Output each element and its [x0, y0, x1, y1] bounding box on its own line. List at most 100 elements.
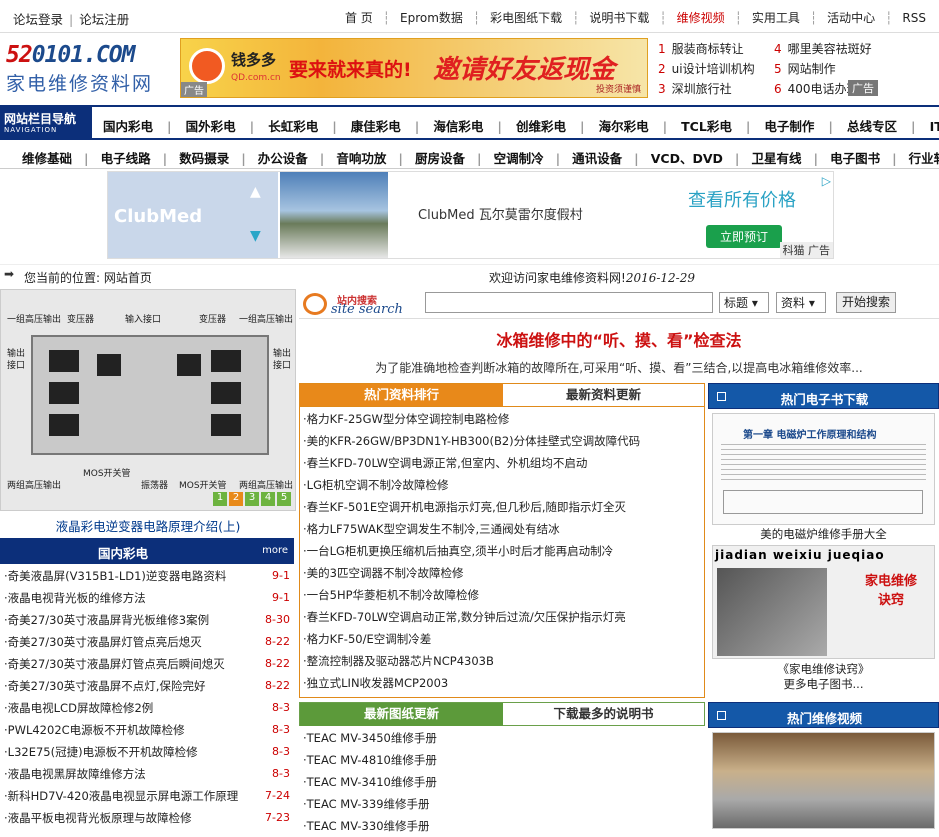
list-item[interactable]: ·TEAC MV-339维修手册	[303, 793, 703, 815]
list-item[interactable]: ·格力KF-25GW型分体空调控制电路检修	[303, 408, 703, 430]
list-item[interactable]: ·TEAC MV-330维修手册	[303, 815, 703, 837]
nav-drawings-link[interactable]: 彩电图纸下载	[485, 11, 567, 25]
nav-events-link[interactable]: 活动中心	[822, 11, 880, 25]
nav-item[interactable]: 总线专区	[840, 119, 904, 134]
nav-item[interactable]: 海尔彩电	[592, 119, 656, 134]
tab-top-manuals[interactable]: 下载最多的说明书	[503, 703, 704, 726]
ebook-cover-1[interactable]: 第一章 电磁炉工作原理和结构	[712, 413, 935, 525]
list-item[interactable]: ·TEAC MV-4810维修手册	[303, 749, 703, 771]
list-item[interactable]: ·新科HD7V-420液晶电视显示屏电源工作原理 7-24	[4, 785, 294, 807]
adchoices-icon[interactable]: ▷	[822, 174, 831, 188]
nav-home-link[interactable]: 首 页	[340, 11, 378, 25]
list-item[interactable]: ·液晶电视黑屏故障维修方法 8-3	[4, 763, 294, 785]
nav-item[interactable]: 空调制冷	[488, 151, 550, 166]
nav-item[interactable]: TCL彩电	[674, 119, 739, 134]
list-item[interactable]: ·LG柜机空调不制冷故障检修	[303, 474, 703, 496]
more-ebooks-link[interactable]: 更多电子图书...	[708, 676, 939, 692]
list-item[interactable]: ·一台5HP华菱柜机不制冷故障检修	[303, 584, 703, 606]
nav-item[interactable]: 卫星有线	[745, 151, 807, 166]
nav-item[interactable]: 办公设备	[252, 151, 314, 166]
tab-latest-drawings[interactable]: 最新图纸更新	[300, 703, 503, 726]
nav-item[interactable]: 数码摄录	[173, 151, 235, 166]
nav-item[interactable]: 电子制作	[757, 119, 821, 134]
site-logo[interactable]: 520101.COM 家电维修资料网	[6, 42, 176, 98]
ad-link[interactable]: 6 400电话办理	[774, 80, 859, 97]
list-item[interactable]: ·奇美27/30英寸液晶屏背光板维修3案例 8-30	[4, 609, 294, 631]
tab-latest-updates[interactable]: 最新资料更新	[503, 384, 704, 407]
book-now-button[interactable]: 立即预订	[706, 225, 783, 248]
nav-item[interactable]: 长虹彩电	[261, 119, 325, 134]
nav-eprom-link[interactable]: Eprom数据	[395, 11, 468, 25]
search-input[interactable]	[425, 292, 713, 313]
nav-item[interactable]: 维修基础	[16, 151, 78, 166]
nav-rss-link[interactable]: RSS	[897, 11, 931, 25]
clubmed-ad-banner[interactable]: ClubMed ▲ ▼ ClubMed 瓦尔莫雷尔度假村 查看所有价格 立即预订…	[107, 171, 834, 259]
list-item[interactable]: ·液晶电视背光板的维修方法 9-1	[4, 587, 294, 609]
nav-item[interactable]: 音响功放	[330, 151, 392, 166]
nav-manuals-link[interactable]: 说明书下载	[584, 11, 654, 25]
slide-page-2[interactable]: 2	[229, 492, 243, 506]
forum-login-link[interactable]: 论坛登录	[10, 12, 66, 27]
more-link[interactable]: more	[262, 545, 288, 556]
list-item[interactable]: ·美的KFR-26GW/BP3DN1Y-HB300(B2)分体挂壁式空调故障代码	[303, 430, 703, 452]
top-ad-banner[interactable]: 钱多多 QD.com.cn 要来就来真的! 邀请好友返现金 投资须谨慎 广告	[180, 38, 648, 98]
list-item[interactable]: ·独立式LIN收发器MCP2003	[303, 672, 703, 694]
nav-tools-link[interactable]: 实用工具	[747, 11, 805, 25]
list-item[interactable]: ·整流控制器及驱动器芯片NCP4303B	[303, 650, 703, 672]
list-item[interactable]: ·液晶电视LCD屏故障检修2例 8-3	[4, 697, 294, 719]
nav-item[interactable]: 通讯设备	[566, 151, 628, 166]
slide-page-3[interactable]: 3	[245, 492, 259, 506]
list-item[interactable]: ·春兰KF-501E空调开机电源指示灯亮,但几秒后,随即指示灯全灭	[303, 496, 703, 518]
tab-hot-ranking[interactable]: 热门资料排行	[300, 384, 503, 407]
nav-item[interactable]: 行业软件	[903, 151, 939, 166]
arrow-down-icon[interactable]: ▼	[250, 228, 261, 244]
list-item[interactable]: ·奇美27/30英寸液晶屏不点灯,保险完好 8-22	[4, 675, 294, 697]
forum-register-link[interactable]: 论坛注册	[76, 12, 132, 27]
video-thumbnail[interactable]	[712, 732, 935, 829]
list-item[interactable]: ·格力LF75WAK型空调发生不制冷,三通阀处有结冰	[303, 518, 703, 540]
ad-link[interactable]: 1 服装商标转让	[658, 40, 744, 57]
nav-item[interactable]: 国内彩电	[96, 119, 160, 134]
slide-caption[interactable]: 液晶彩电逆变器电路原理介绍(上)	[0, 516, 296, 535]
nav-item[interactable]: 创维彩电	[509, 119, 573, 134]
list-item[interactable]: ·奇美27/30英寸液晶屏灯管点亮后熄灭 8-22	[4, 631, 294, 653]
list-item[interactable]: ·PWL4202C电源板不开机故障检修 8-3	[4, 719, 294, 741]
list-item[interactable]: ·TEAC MV-3410维修手册	[303, 771, 703, 793]
ebook-caption-2[interactable]: 《家电维修诀窍》	[708, 661, 939, 677]
list-item[interactable]: ·春兰KFD-70LW空调电源正常,但室内、外机组均不启动	[303, 452, 703, 474]
list-item[interactable]: ·春兰KFD-70LW空调启动正常,数分钟后过流/欠压保护指示灯亮	[303, 606, 703, 628]
breadcrumb-home-link[interactable]: 网站首页	[104, 271, 152, 285]
slide-page-5[interactable]: 5	[277, 492, 291, 506]
list-item[interactable]: ·液晶平板电视背光板原理与故障检修 7-23	[4, 807, 294, 829]
nav-item[interactable]: 电子线路	[95, 151, 157, 166]
ad-link[interactable]: 2 ui设计培训机构	[658, 60, 755, 77]
ad-link[interactable]: 5 网站制作	[774, 60, 836, 77]
nav-item[interactable]: 国外彩电	[179, 119, 243, 134]
nav-item[interactable]: 康佳彩电	[344, 119, 408, 134]
list-item[interactable]: ·格力KF-50/E空调制冷差	[303, 628, 703, 650]
ebook-cover-2[interactable]: jiadian weixiu jueqiao 家电维修诀窍	[712, 545, 935, 659]
search-type-select[interactable]: 资料 ▾	[776, 292, 826, 313]
ebook-caption-1[interactable]: 美的电磁炉维修手册大全	[708, 526, 939, 542]
list-item[interactable]: ·美的3匹空调器不制冷故障检修	[303, 562, 703, 584]
list-item[interactable]: ·一台LG柜机更换压缩机后抽真空,须半小时后才能再启动制冷	[303, 540, 703, 562]
ad-link[interactable]: 4 哪里美容祛斑好	[774, 40, 872, 57]
search-field-select[interactable]: 标题 ▾	[719, 292, 769, 313]
nav-item[interactable]: 海信彩电	[426, 119, 490, 134]
ad-link[interactable]: 3 深圳旅行社	[658, 80, 732, 97]
list-item[interactable]: ·奇美液晶屏(V315B1-LD1)逆变器电路资料 9-1	[4, 565, 294, 587]
nav-item[interactable]: 厨房设备	[409, 151, 471, 166]
nav-item[interactable]: 电子图书	[824, 151, 886, 166]
featured-slideshow[interactable]: 一组高压输出 变压器 输入接口 变压器 一组高压输出 输出 接口 输出 接口 两…	[0, 289, 296, 511]
list-item[interactable]: ·奇美27/30英寸液晶屏灯管点亮后瞬间熄灭 8-22	[4, 653, 294, 675]
nav-item[interactable]: VCD、DVD	[645, 151, 729, 166]
headline-article[interactable]: 冰箱维修中的“听、摸、看”检查法	[299, 327, 939, 351]
slide-page-4[interactable]: 4	[261, 492, 275, 506]
search-button[interactable]: 开始搜索	[836, 292, 896, 313]
list-item[interactable]: ·TEAC MV-3450维修手册	[303, 727, 703, 749]
slide-page-1[interactable]: 1	[213, 492, 227, 506]
list-item[interactable]: ·L32E75(冠捷)电源板不开机故障检修 8-3	[4, 741, 294, 763]
arrow-up-icon[interactable]: ▲	[250, 184, 261, 200]
nav-item[interactable]: IT 设备	[923, 119, 939, 134]
nav-videos-link[interactable]: 维修视频	[672, 11, 730, 25]
